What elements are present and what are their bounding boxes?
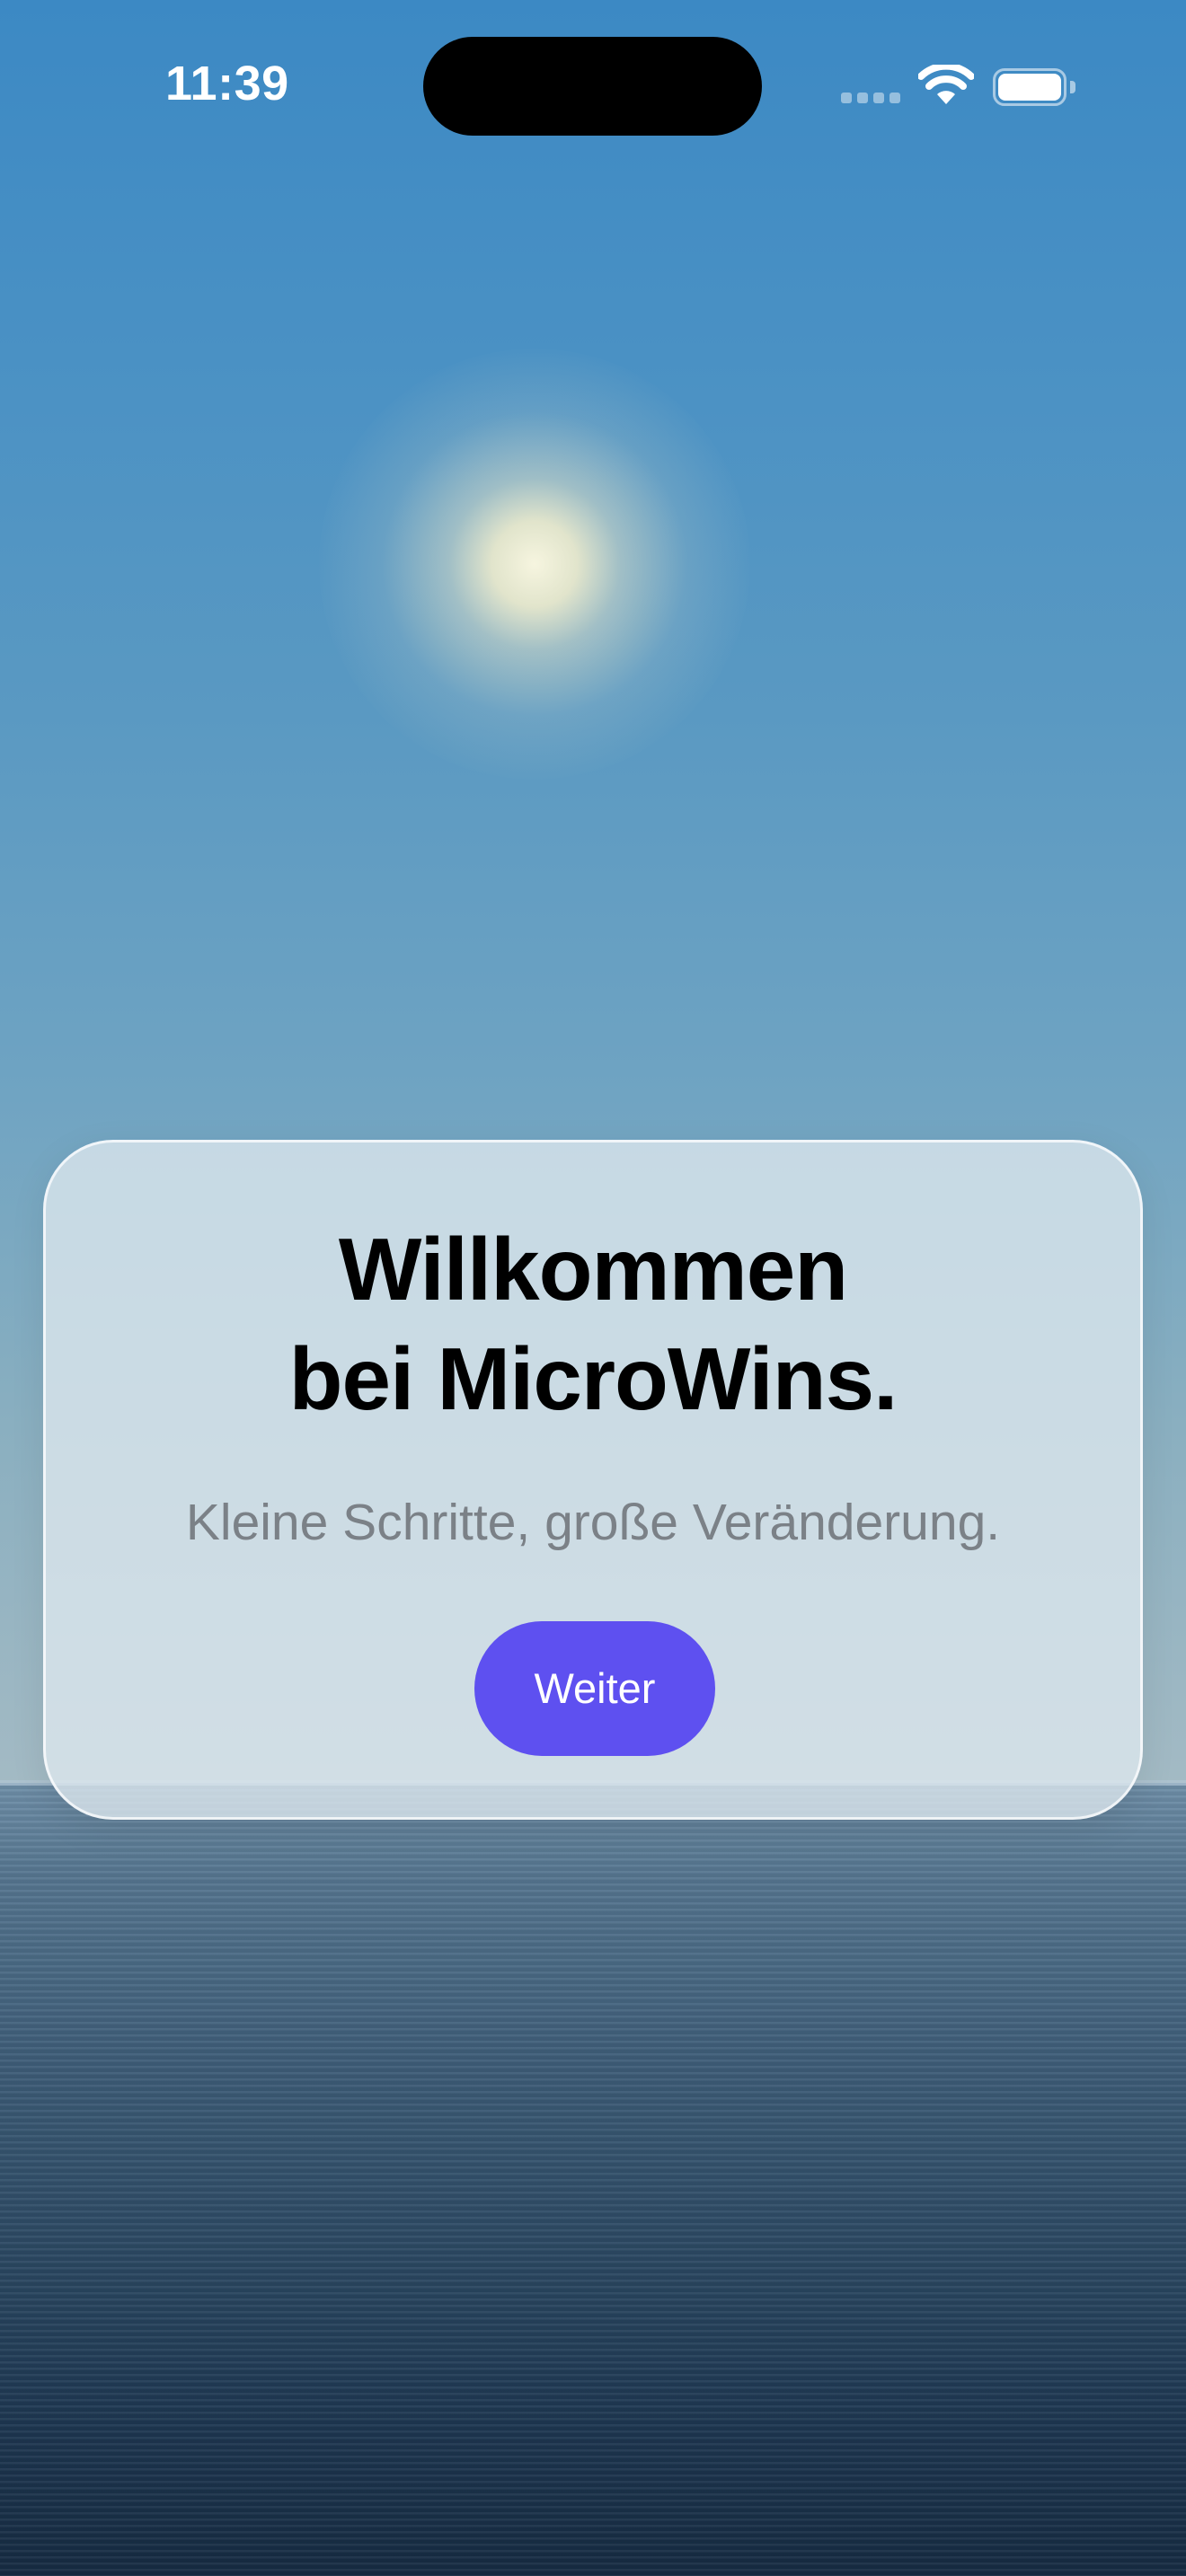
status-time: 11:39 bbox=[165, 57, 289, 110]
continue-button[interactable]: Weiter bbox=[474, 1621, 715, 1756]
signal-icon bbox=[841, 93, 900, 105]
welcome-card: Willkommen bei MicroWins. Kleine Schritt… bbox=[43, 1140, 1143, 1820]
wifi-icon bbox=[917, 62, 975, 108]
welcome-title: Willkommen bei MicroWins. bbox=[46, 1214, 1140, 1434]
dynamic-island bbox=[423, 37, 762, 136]
welcome-title-line2: bei MicroWins. bbox=[288, 1329, 898, 1428]
battery-icon bbox=[993, 68, 1077, 106]
welcome-title-line1: Willkommen bbox=[338, 1220, 848, 1319]
sea-background bbox=[0, 1783, 1186, 2576]
welcome-subtitle: Kleine Schritte, große Veränderung. bbox=[185, 1494, 1001, 1551]
welcome-screen: 11:39 Willkommen bei MicroWins. Kleine S… bbox=[0, 0, 1186, 2576]
